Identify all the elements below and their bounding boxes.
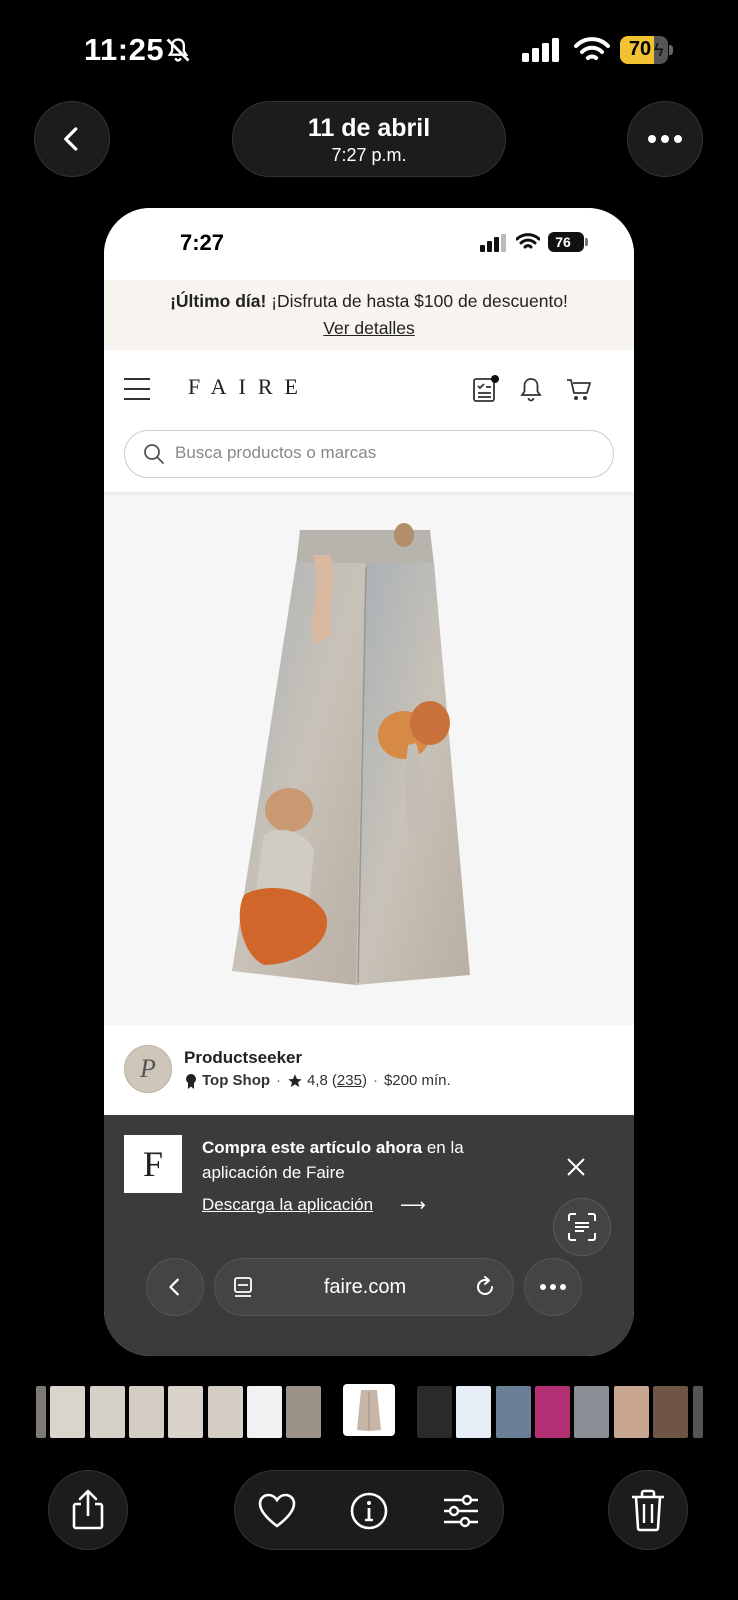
inner-wifi-icon (516, 233, 540, 249)
photo-date: 11 de abril (307, 114, 431, 142)
seller-name[interactable]: Productseeker (184, 1048, 302, 1068)
app-download-banner: F Compra este artículo ahora en la aplic… (104, 1115, 634, 1356)
scan-text-button[interactable] (553, 1198, 611, 1256)
faire-app-logo: F (124, 1135, 182, 1193)
browser-more-button[interactable] (524, 1258, 582, 1316)
wide-leg-jeans-image (232, 523, 470, 985)
photo-date-header[interactable]: 11 de abril 7:27 p.m. (232, 101, 506, 177)
app-banner-title: Compra este artículo ahora (202, 1138, 423, 1157)
promo-text: ¡Disfruta de hasta $100 de descuento! (266, 291, 568, 311)
inner-status-bar: 7:27 76 (104, 208, 634, 280)
promo-banner: ¡Último día! ¡Disfruta de hasta $100 de … (104, 280, 634, 350)
address-bar[interactable]: faire.com (214, 1258, 514, 1316)
reload-icon[interactable] (473, 1275, 497, 1299)
thumbnail[interactable] (653, 1386, 688, 1438)
top-shop-badge: Top Shop (202, 1072, 271, 1089)
photo-actions-group (234, 1470, 504, 1550)
screenshot-preview[interactable]: 7:27 76 ¡Último día! ¡Disfruta de hasta … (104, 208, 634, 1356)
photo-time: 7:27 p.m. (331, 145, 407, 165)
bell-muted-icon (166, 38, 190, 62)
checklist-icon[interactable] (470, 374, 500, 404)
site-header: FAIRE (104, 350, 634, 430)
thumbnail[interactable] (417, 1386, 452, 1438)
award-badge-icon (186, 1073, 196, 1089)
seller-info[interactable]: P Productseeker Top Shop · 4,8 (235) · $… (104, 1025, 634, 1115)
thumbnail[interactable] (168, 1386, 203, 1438)
share-icon (72, 1489, 104, 1530)
thumbnail-current[interactable] (343, 1384, 395, 1436)
app-banner-text: Compra este artículo ahora en la aplicac… (202, 1138, 464, 1182)
cart-icon[interactable] (564, 374, 594, 404)
battery-icon: 70 ϟ (620, 36, 674, 64)
chevron-left-icon (169, 1278, 179, 1296)
trash-icon (632, 1489, 664, 1532)
thumbnail-strip[interactable] (0, 1384, 738, 1438)
live-text-icon (568, 1213, 596, 1241)
inner-battery-icon: 76 (548, 232, 588, 252)
inner-status-time: 7:27 (180, 230, 225, 255)
star-icon (288, 1073, 302, 1087)
wifi-icon (574, 37, 610, 60)
more-options-button[interactable] (627, 101, 703, 177)
back-button[interactable] (34, 101, 110, 177)
seller-avatar[interactable]: P (124, 1045, 172, 1093)
thumbnail[interactable] (456, 1386, 491, 1438)
order-minimum: $200 mín. (383, 1072, 451, 1089)
cellular-signal-icon (522, 38, 559, 62)
download-app-link[interactable]: Descarga la aplicación (202, 1195, 373, 1215)
share-button[interactable] (48, 1470, 128, 1550)
thumbnail[interactable] (286, 1386, 321, 1438)
current-photo-thumb (357, 1390, 381, 1431)
info-icon[interactable] (349, 1491, 389, 1531)
favorite-heart-icon[interactable] (257, 1491, 297, 1531)
inner-signal-icon (480, 234, 506, 252)
close-icon[interactable] (564, 1155, 588, 1179)
seller-rating: 4,8 (307, 1072, 328, 1089)
delete-button[interactable] (608, 1470, 688, 1550)
search-bar[interactable] (124, 430, 614, 478)
promo-title: ¡Último día! (170, 291, 267, 311)
status-bar: 11:25 70 ϟ (0, 0, 738, 100)
thumbnail[interactable] (90, 1386, 125, 1438)
thumbnail[interactable] (50, 1386, 85, 1438)
status-time: 11:25 (84, 32, 165, 67)
menu-icon[interactable] (124, 378, 150, 400)
promo-details-link[interactable]: Ver detalles (323, 318, 414, 339)
thumbnail[interactable] (535, 1386, 570, 1438)
ellipsis-icon (648, 135, 682, 143)
product-image[interactable] (104, 495, 634, 1025)
thumbnail[interactable] (693, 1386, 703, 1438)
seller-meta: Top Shop · 4,8 (235) · $200 mín. (184, 1072, 451, 1089)
thumbnail[interactable] (208, 1386, 243, 1438)
search-icon (144, 444, 164, 464)
url-text: faire.com (323, 1276, 407, 1298)
thumbnail[interactable] (36, 1386, 46, 1438)
chevron-left-icon (64, 127, 78, 151)
thumbnail[interactable] (614, 1386, 649, 1438)
faire-logo[interactable]: FAIRE (188, 374, 310, 400)
arrow-right-icon: ⟶ (400, 1195, 426, 1215)
search-input[interactable] (175, 443, 595, 463)
seller-reviews-count[interactable]: 235 (337, 1072, 362, 1089)
thumbnail[interactable] (574, 1386, 609, 1438)
thumbnail[interactable] (247, 1386, 282, 1438)
browser-back-button[interactable] (146, 1258, 204, 1316)
notifications-bell-icon[interactable] (516, 374, 546, 404)
ellipsis-icon (540, 1284, 566, 1290)
charging-bolt-icon: ϟ (654, 40, 664, 60)
thumbnail[interactable] (496, 1386, 531, 1438)
adjust-sliders-icon[interactable] (441, 1491, 481, 1531)
thumbnail[interactable] (129, 1386, 164, 1438)
inner-battery-level: 76 (555, 234, 571, 250)
